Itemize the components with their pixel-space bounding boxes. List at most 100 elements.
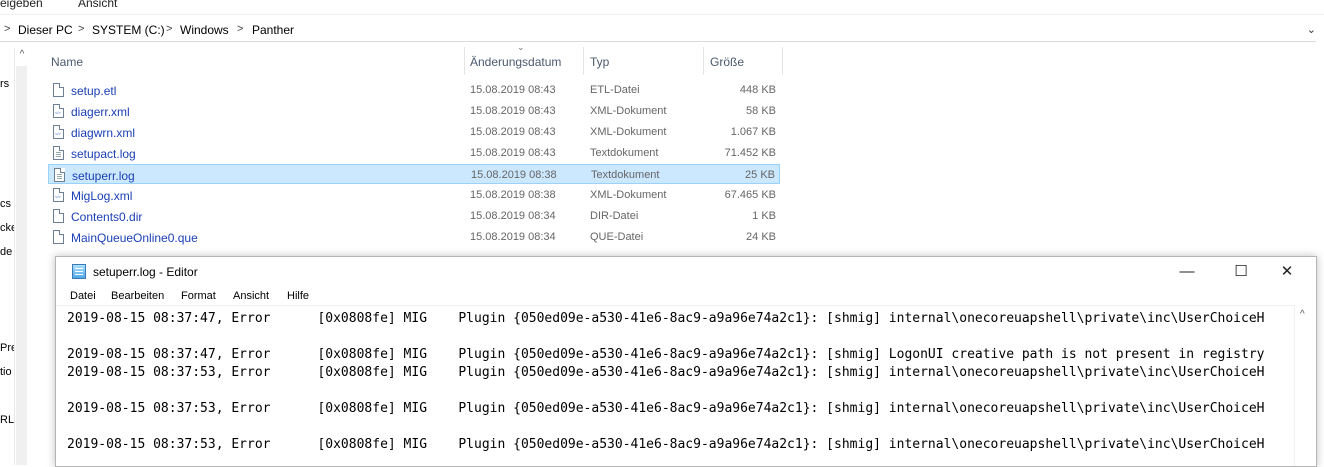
notepad-titlebar[interactable]: setuperr.log - Editor — ☐ ✕ bbox=[56, 257, 1316, 287]
maximize-button[interactable]: ☐ bbox=[1218, 257, 1264, 287]
column-header-size[interactable]: Größe bbox=[704, 47, 782, 77]
file-name: setup.etl bbox=[71, 84, 117, 98]
text-file-icon bbox=[54, 168, 65, 182]
chevron-right-icon[interactable]: > bbox=[78, 23, 84, 35]
close-button[interactable]: ✕ bbox=[1264, 257, 1310, 287]
file-name: MainQueueOnline0.que bbox=[71, 231, 198, 245]
file-size: 71.452 KB bbox=[724, 147, 776, 159]
ribbon-tabs: reigeben Ansicht bbox=[0, 0, 1324, 15]
chevron-down-icon[interactable]: ⌄ bbox=[1307, 23, 1316, 36]
nav-item-fragment[interactable]: de bbox=[0, 246, 12, 258]
column-divider[interactable] bbox=[782, 47, 783, 75]
chevron-right-icon[interactable]: > bbox=[166, 23, 172, 35]
file-name: diagerr.xml bbox=[71, 105, 130, 119]
file-size: 1 KB bbox=[752, 210, 776, 222]
ribbon-tab-view[interactable]: Ansicht bbox=[78, 0, 117, 10]
file-type: QUE-Datei bbox=[590, 231, 644, 243]
file-name: Contents0.dir bbox=[71, 210, 143, 224]
ribbon-tab-share[interactable]: reigeben bbox=[0, 0, 43, 10]
column-header-date[interactable]: Änderungsdatum bbox=[465, 47, 583, 77]
breadcrumb-this-pc[interactable]: Dieser PC bbox=[18, 23, 73, 37]
file-name: diagwrn.xml bbox=[71, 126, 136, 140]
column-header-label: Typ bbox=[590, 55, 610, 69]
file-row[interactable]: diagwrn.xml 15.08.2019 08:43 XML-Dokument 1… bbox=[48, 122, 780, 142]
xml-file-icon bbox=[53, 104, 64, 118]
log-line: 2019-08-15 08:37:53, Error [0x0808fe] MI… bbox=[67, 401, 1265, 416]
window-title: setuperr.log - Editor bbox=[93, 265, 198, 279]
xml-file-icon bbox=[53, 188, 64, 202]
file-date: 15.08.2019 08:43 bbox=[470, 84, 556, 96]
navigation-pane[interactable]: rs cs cke de Pre tio RL bbox=[0, 48, 15, 465]
file-size: 58 KB bbox=[746, 105, 776, 117]
nav-item-fragment[interactable]: cke bbox=[0, 222, 14, 234]
nav-item-fragment[interactable]: cs bbox=[0, 198, 11, 210]
menu-help[interactable]: Hilfe bbox=[287, 290, 309, 302]
column-header-type[interactable]: Typ bbox=[584, 47, 703, 77]
file-date: 15.08.2019 08:43 bbox=[470, 105, 556, 117]
file-date: 15.08.2019 08:34 bbox=[470, 210, 556, 222]
chevron-right-icon[interactable]: > bbox=[237, 23, 243, 35]
file-type: XML-Dokument bbox=[590, 189, 667, 201]
menu-bar: Datei Bearbeiten Format Ansicht Hilfe bbox=[56, 287, 1316, 305]
generic-file-icon bbox=[53, 230, 64, 244]
nav-item-fragment[interactable]: RL bbox=[0, 414, 14, 426]
file-row[interactable]: diagerr.xml 15.08.2019 08:43 XML-Dokument 5… bbox=[48, 101, 780, 121]
file-date: 15.08.2019 08:43 bbox=[470, 147, 556, 159]
explorer-scrollbar[interactable] bbox=[1316, 19, 1324, 465]
menu-file[interactable]: Datei bbox=[70, 290, 96, 302]
file-row[interactable]: MainQueueOnline0.que 15.08.2019 08:34 QUE-… bbox=[48, 227, 780, 247]
column-header-label: Größe bbox=[710, 55, 745, 69]
menu-format[interactable]: Format bbox=[181, 290, 216, 302]
file-size: 448 KB bbox=[739, 84, 776, 96]
generic-file-icon bbox=[53, 209, 64, 223]
file-row[interactable]: setup.etl 15.08.2019 08:43 ETL-Datei 448 KB bbox=[48, 80, 780, 100]
log-line: 2019-08-15 08:37:47, Error [0x0808fe] MI… bbox=[67, 311, 1265, 326]
file-size: 1.067 KB bbox=[730, 126, 776, 138]
menu-view[interactable]: Ansicht bbox=[233, 290, 269, 302]
minimize-button[interactable]: — bbox=[1164, 257, 1210, 287]
text-editor-area[interactable]: 2019-08-15 08:37:47, Error [0x0808fe] MI… bbox=[56, 305, 1294, 466]
scroll-up-icon[interactable]: ^ bbox=[15, 49, 29, 63]
notepad-window[interactable]: setuperr.log - Editor — ☐ ✕ Datei Bearbe… bbox=[55, 256, 1317, 467]
generic-file-icon bbox=[53, 83, 64, 97]
file-name: setupact.log bbox=[71, 147, 136, 161]
file-row[interactable]: MigLog.xml 15.08.2019 08:38 XML-Dokument 67… bbox=[48, 185, 780, 205]
file-type: ETL-Datei bbox=[590, 84, 640, 96]
column-header-label: Änderungsdatum bbox=[470, 55, 562, 69]
log-line: 2019-08-15 08:37:53, Error [0x0808fe] MI… bbox=[67, 437, 1265, 452]
file-date: 15.08.2019 08:38 bbox=[471, 169, 557, 181]
nav-item-fragment[interactable]: tio bbox=[0, 366, 12, 378]
file-type: Textdokument bbox=[590, 147, 659, 159]
breadcrumb-system-drive[interactable]: SYSTEM (C:) bbox=[92, 23, 165, 37]
nav-scrollbar[interactable] bbox=[16, 66, 27, 465]
file-row[interactable]: setupact.log 15.08.2019 08:43 Textdokument… bbox=[48, 143, 780, 163]
breadcrumb-windows[interactable]: Windows bbox=[180, 23, 229, 37]
file-row[interactable]: Contents0.dir 15.08.2019 08:34 DIR-Datei 1 … bbox=[48, 206, 780, 226]
menu-edit[interactable]: Bearbeiten bbox=[111, 290, 164, 302]
nav-item-fragment[interactable]: Pre bbox=[0, 342, 14, 354]
xml-file-icon bbox=[53, 125, 64, 139]
breadcrumb-panther[interactable]: Panther bbox=[252, 23, 294, 37]
file-size: 67.465 KB bbox=[724, 189, 776, 201]
log-line: 2019-08-15 08:37:53, Error [0x0808fe] MI… bbox=[67, 365, 1265, 380]
address-bar[interactable]: > Dieser PC > SYSTEM (C:) > Windows > Pa… bbox=[0, 19, 1316, 42]
chevron-right-icon[interactable]: > bbox=[4, 23, 10, 35]
file-date: 15.08.2019 08:38 bbox=[470, 189, 556, 201]
file-date: 15.08.2019 08:34 bbox=[470, 231, 556, 243]
file-type: DIR-Datei bbox=[590, 210, 639, 222]
file-size: 24 KB bbox=[746, 231, 776, 243]
notepad-vertical-scrollbar[interactable]: ^ bbox=[1294, 305, 1316, 466]
column-header-name[interactable]: Name bbox=[48, 47, 464, 77]
file-type: Textdokument bbox=[591, 169, 660, 181]
nav-item-fragment[interactable]: rs bbox=[0, 78, 9, 90]
file-type: XML-Dokument bbox=[590, 105, 667, 117]
column-header-label: Name bbox=[51, 55, 84, 69]
file-size: 25 KB bbox=[745, 169, 775, 181]
scroll-up-icon[interactable]: ^ bbox=[1300, 309, 1305, 320]
file-row[interactable]: setuperr.log 15.08.2019 08:38 Textdokument… bbox=[48, 164, 780, 184]
text-file-icon bbox=[53, 146, 64, 160]
file-date: 15.08.2019 08:43 bbox=[470, 126, 556, 138]
file-name: setuperr.log bbox=[72, 169, 135, 183]
notepad-app-icon[interactable] bbox=[72, 264, 86, 279]
file-name: MigLog.xml bbox=[71, 189, 133, 203]
